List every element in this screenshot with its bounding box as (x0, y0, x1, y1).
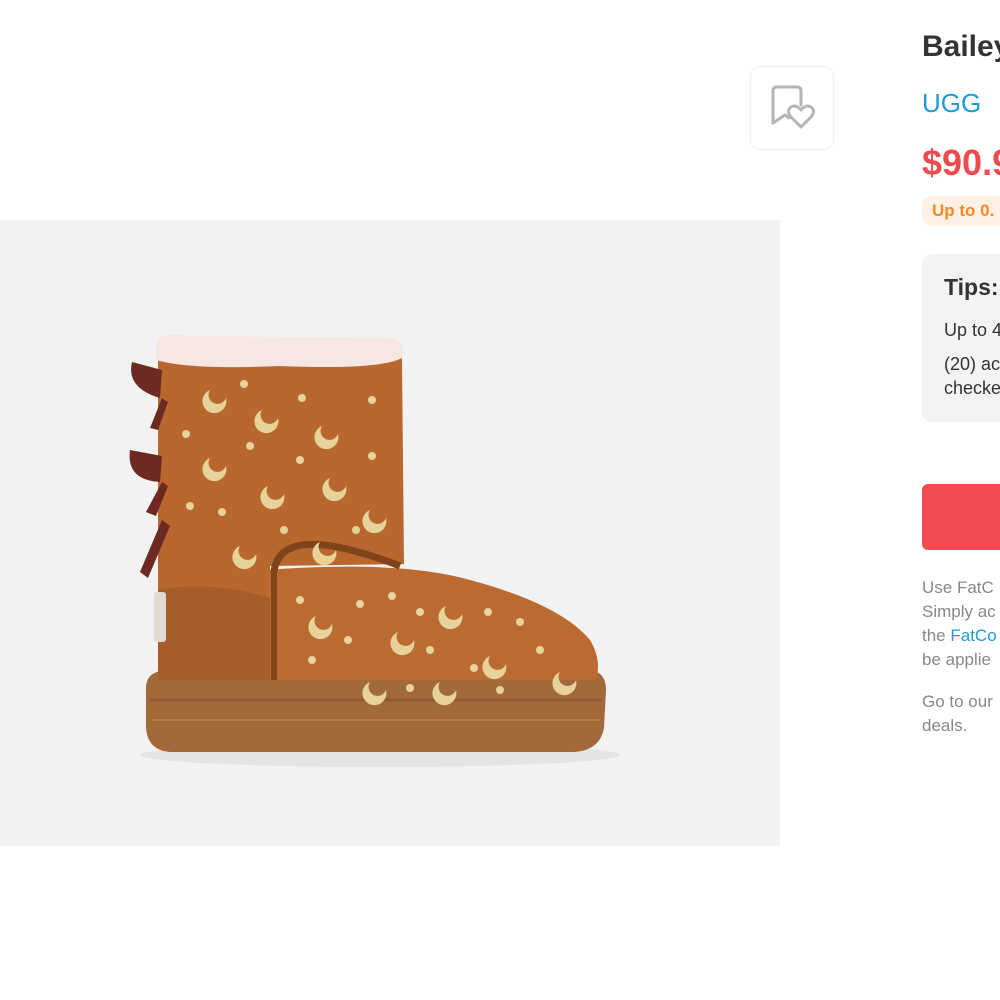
cashback-badge: Up to 0. (922, 196, 1000, 226)
info-line-2: Simply ac (922, 602, 996, 621)
product-price: $90.9 (922, 142, 1000, 183)
info-line-5: Go to our (922, 692, 993, 711)
tips-line-1: Up to 4 (944, 320, 1000, 340)
shop-now-button[interactable] (922, 484, 1000, 550)
bookmark-heart-icon (771, 85, 815, 129)
brand-link[interactable]: UGG (922, 88, 981, 119)
info-line-6: deals. (922, 716, 968, 735)
tips-line-2: (20) ac (944, 354, 1000, 374)
info-line-4: be applie (922, 650, 992, 669)
product-image (0, 220, 780, 846)
info-line-3: the FatCo (922, 626, 997, 646)
product-title: Bailey (922, 30, 1000, 63)
boot-illustration (129, 334, 620, 767)
tips-line-3: checke (944, 378, 1000, 398)
info-line-3-prefix: the (922, 626, 951, 645)
tips-title: Tips: (944, 274, 999, 300)
fatcoupon-link[interactable]: FatCo (950, 626, 996, 645)
wishlist-button[interactable] (750, 66, 834, 150)
info-line-1: Use FatC (922, 578, 994, 597)
tips-box: Tips: Up to 4 (20) ac checke (922, 254, 1000, 422)
